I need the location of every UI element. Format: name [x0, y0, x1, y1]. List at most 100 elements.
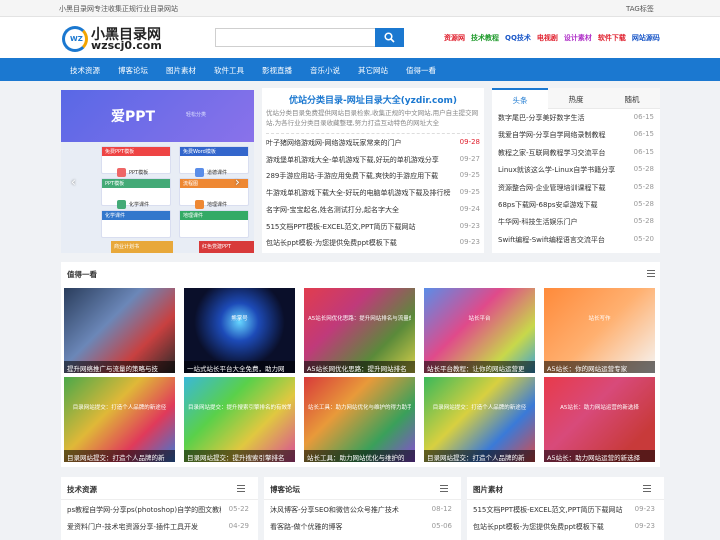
list-item-title[interactable]: 515文档PPT模板-EXCEL范文,PPT简历下载网站	[473, 505, 627, 515]
hot-link[interactable]: QQ技术	[505, 34, 531, 42]
list-item[interactable]: 牛游戏单机游戏下载大全-好玩的电脑单机游戏下载及排行榜 09-25	[266, 188, 480, 200]
list-item[interactable]: 爱资料门户-技术宅资源分享-插件工具开发 04-29	[67, 522, 249, 534]
thumbnail-caption[interactable]: 目录网站提交：打造个人品牌的新	[424, 450, 535, 462]
list-item-title[interactable]: 包站长ppt模板-为您提供免费ppt模板下载	[266, 238, 452, 248]
featured-site-title[interactable]: 优站分类目录-网址目录大全(yzdir.com)	[262, 93, 484, 106]
thumbnail-card[interactable]: 目录网站提交：打造个人品牌的新途径 目录网站提交：打造个人品牌的新	[64, 377, 175, 462]
hot-link[interactable]: 资源网	[444, 34, 465, 42]
list-item[interactable]: 数字尾巴-分享美好数字生活 06-15	[498, 113, 654, 125]
list-item-title[interactable]: 名字网-宝宝起名,姓名测试打分,起名字大全	[266, 205, 452, 215]
tag-link[interactable]: TAG标签	[626, 4, 654, 14]
menu-icon[interactable]	[647, 270, 655, 277]
list-item[interactable]: 看客路-做个优雅的博客 05-06	[270, 522, 452, 534]
list-item-title[interactable]: 资源整合网-企业管理培训课程下载	[498, 183, 628, 193]
list-item[interactable]: 68ps下载网-68ps安卓游戏下载 05-28	[498, 200, 654, 212]
list-item-date: 09-23	[634, 522, 655, 530]
tab-item[interactable]: 头条	[492, 88, 548, 109]
slider-prev-icon[interactable]: ‹	[71, 175, 76, 189]
list-item-date: 05-28	[633, 200, 654, 208]
list-item-title[interactable]: 沐风博客-分享SEO和微信公众号推广技术	[270, 505, 424, 515]
list-item-title[interactable]: ps教程自学网-分享ps(photoshop)自学的图文教程	[67, 505, 221, 515]
hot-link[interactable]: 网站源码	[632, 34, 660, 42]
list-item-title[interactable]: Linux就该这么学-Linux自学书籍分享	[498, 165, 628, 175]
slide-card-title: 流程图	[183, 181, 199, 187]
list-item[interactable]: 教程之家-互联网教程学习交流平台 06-15	[498, 148, 654, 160]
thumbnail-caption[interactable]: A5站长：助力网站运营的新选择	[544, 450, 655, 462]
list-item-date: 09-25	[459, 171, 480, 180]
list-item[interactable]: Linux就该这么学-Linux自学书籍分享 05-28	[498, 165, 654, 177]
list-item-title[interactable]: 68ps下载网-68ps安卓游戏下载	[498, 200, 628, 210]
thumbnail-card[interactable]: 提升网络推广与流量的策略与技	[64, 288, 175, 373]
menu-icon[interactable]	[643, 485, 651, 492]
thumbnail-card[interactable]: 站长写作 A5站长：你的网站运营专家	[544, 288, 655, 373]
list-item[interactable]: 包站长ppt模板-为您提供免费ppt模板下载 09-23	[473, 522, 655, 534]
search-button[interactable]	[375, 28, 404, 47]
list-item-title[interactable]: 教程之家-互联网教程学习交流平台	[498, 148, 628, 158]
tab-item[interactable]: 随机	[604, 88, 660, 109]
thumbnail-card[interactable]: A5站长网优化思路：提升网站排名与流量的策略 A5站长网优化思路：提升网站排名	[304, 288, 415, 373]
slide-item-icon	[195, 168, 204, 177]
thumbnail-card[interactable]: 目录网站提交：打造个人品牌的新途径 目录网站提交：打造个人品牌的新	[424, 377, 535, 462]
list-item[interactable]: Swift编程-Swift编程语言交流平台 05-20	[498, 235, 654, 247]
slider-next-icon[interactable]: ›	[235, 175, 240, 189]
slide-card-header: 化学课件	[102, 211, 170, 220]
list-item-title[interactable]: 看客路-做个优雅的博客	[270, 522, 424, 532]
thumbnail-caption[interactable]: 站长工具：助力网站优化与维护的	[304, 450, 415, 462]
nav-item[interactable]: 音乐小说	[310, 65, 340, 76]
slide-subtitle: 轻松分类	[186, 112, 207, 118]
site-logo[interactable]: WZ 小黑目录网 wzscj0.com	[62, 25, 172, 53]
list-item-title[interactable]: 289手游应用站-手游应用免费下载,爽快的手游应用下载	[266, 171, 452, 181]
list-item-title[interactable]: 我爱自学网-分享自学网络录制教程	[498, 130, 628, 140]
list-item[interactable]: 名字网-宝宝起名,姓名测试打分,起名字大全 09-24	[266, 205, 480, 217]
nav-item[interactable]: 软件工具	[214, 65, 244, 76]
list-item[interactable]: 游戏堡单机游戏大全-单机游戏下载,好玩的单机游戏分享 09-27	[266, 155, 480, 167]
list-item[interactable]: 289手游应用站-手游应用免费下载,爽快的手游应用下载 09-25	[266, 171, 480, 183]
thumbnail-card[interactable]: 目录网站提交：提升搜索引擎排名的有效策略 目录网站提交：提升搜索引擎排名	[184, 377, 295, 462]
list-item-title[interactable]: 游戏堡单机游戏大全-单机游戏下载,好玩的单机游戏分享	[266, 155, 452, 165]
nav-item[interactable]: 影视直播	[262, 65, 292, 76]
hot-link[interactable]: 电视剧	[537, 34, 558, 42]
thumbnail-caption[interactable]: 一站式站长平台大全免费，助力网	[184, 361, 295, 373]
nav-item[interactable]: 博客论坛	[118, 65, 148, 76]
image-slider[interactable]: 爱PPT 轻松分类 免费PPT模板 免费Word模板 PPT模板 流程图 化学课件 地理课…	[61, 90, 254, 253]
thumbnail-caption[interactable]: A5站长网优化思路：提升网站排名	[304, 361, 415, 373]
list-item-title[interactable]: 牛游戏单机游戏下载大全-好玩的电脑单机游戏下载及排行榜	[266, 188, 452, 198]
thumbnail-caption[interactable]: 站长平台教程：让你的网站运营更	[424, 361, 535, 373]
list-item[interactable]: 515文档PPT模板-EXCEL范文,PPT简历下载网站 09-23	[473, 505, 655, 517]
hot-link[interactable]: 技术教程	[471, 34, 499, 42]
thumbnail-card[interactable]: A5站长：助力网站运营的新选择 A5站长：助力网站运营的新选择	[544, 377, 655, 462]
tab-item[interactable]: 热度	[548, 88, 604, 109]
list-item[interactable]: 沐风博客-分享SEO和微信公众号推广技术 08-12	[270, 505, 452, 517]
menu-icon[interactable]	[440, 485, 448, 492]
list-item-title[interactable]: 数字尾巴-分享美好数字生活	[498, 113, 628, 123]
list-item[interactable]: 资源整合网-企业管理培训课程下载 05-28	[498, 183, 654, 195]
list-item-title[interactable]: Swift编程-Swift编程语言交流平台	[498, 235, 628, 245]
menu-icon[interactable]	[237, 485, 245, 492]
list-item-title[interactable]: 叶子猪网络游戏网-网络游戏玩家常来的门户	[266, 138, 452, 148]
hot-link[interactable]: 设计素材	[564, 34, 592, 42]
nav-item[interactable]: 其它网站	[358, 65, 388, 76]
list-item[interactable]: 我爱自学网-分享自学网络录制教程 06-15	[498, 130, 654, 142]
list-item[interactable]: 牛华网-科技生活娱乐门户 05-28	[498, 217, 654, 229]
thumbnail-caption[interactable]: 目录网站提交：提升搜索引擎排名	[184, 450, 295, 462]
nav-item[interactable]: 图片素材	[166, 65, 196, 76]
list-item[interactable]: ps教程自学网-分享ps(photoshop)自学的图文教程 05-22	[67, 505, 249, 517]
thumbnail-card[interactable]: 站长平台 站长平台教程：让你的网站运营更	[424, 288, 535, 373]
nav-item[interactable]: 值得一看	[406, 65, 436, 76]
thumbnail-caption[interactable]: 目录网站提交：打造个人品牌的新	[64, 450, 175, 462]
search-input[interactable]	[215, 28, 376, 47]
list-item-title[interactable]: 爱资料门户-技术宅资源分享-插件工具开发	[67, 522, 221, 532]
list-item[interactable]: 叶子猪网络游戏网-网络游戏玩家常来的门户 09-28	[266, 138, 480, 150]
thumbnail-card[interactable]: 熊掌号 一站式站长平台大全免费，助力网	[184, 288, 295, 373]
list-item-title[interactable]: 牛华网-科技生活娱乐门户	[498, 217, 628, 227]
nav-item[interactable]: 技术资源	[70, 65, 100, 76]
hot-link[interactable]: 软件下载	[598, 34, 626, 42]
thumbnail-caption[interactable]: A5站长：你的网站运营专家	[544, 361, 655, 373]
list-item-title[interactable]: 515文档PPT模板-EXCEL范文,PPT简历下载网站	[266, 222, 452, 232]
list-item-date: 09-28	[459, 138, 480, 146]
thumbnail-caption[interactable]: 提升网络推广与流量的策略与技	[64, 361, 175, 373]
thumbnail-card[interactable]: 站长工具：助力网站优化与维护的得力助手 站长工具：助力网站优化与维护的	[304, 377, 415, 462]
list-item-title[interactable]: 包站长ppt模板-为您提供免费ppt模板下载	[473, 522, 627, 532]
list-item[interactable]: 515文档PPT模板-EXCEL范文,PPT简历下载网站 09-23	[266, 222, 480, 234]
list-item[interactable]: 包站长ppt模板-为您提供免费ppt模板下载 09-23	[266, 238, 480, 250]
